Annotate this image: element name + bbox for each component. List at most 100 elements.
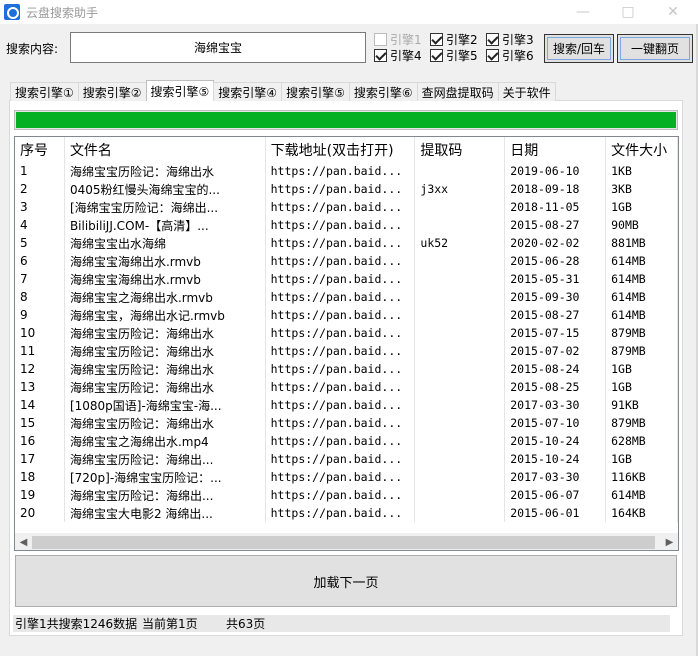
- table-row[interactable]: 7 海绵宝宝海绵出水.rmvb https://pan.baid... 2015-05…: [15, 270, 678, 288]
- engine-6-checkbox[interactable]: 引擎6: [486, 48, 534, 63]
- cell-download-url[interactable]: https://pan.baid...: [266, 468, 416, 486]
- cell-extract-code: [415, 342, 506, 360]
- cell-filename: [720p]-海绵宝宝历险记：...: [65, 468, 266, 486]
- engine-1-checkbox[interactable]: 引擎1: [374, 32, 422, 47]
- header-col-filename[interactable]: 文件名: [65, 137, 266, 162]
- cell-download-url[interactable]: https://pan.baid...: [266, 180, 416, 198]
- cell-download-url[interactable]: https://pan.baid...: [266, 414, 416, 432]
- table-row[interactable]: 17 海绵宝宝历险记：海绵出... https://pan.baid... 2015-…: [15, 450, 678, 468]
- cell-filename: 0405粉红慢头海绵宝宝的...: [65, 180, 266, 198]
- engine-2-checkbox[interactable]: 引擎2: [430, 32, 478, 47]
- cell-download-url[interactable]: https://pan.baid...: [266, 216, 416, 234]
- cell-download-url[interactable]: https://pan.baid...: [266, 360, 416, 378]
- tab-engine-3[interactable]: 搜索引擎⑤: [145, 80, 215, 101]
- cell-download-url[interactable]: https://pan.baid...: [266, 504, 416, 522]
- header-col-download-url[interactable]: 下载地址(双击打开): [266, 137, 416, 162]
- cell-download-url[interactable]: https://pan.baid...: [266, 342, 416, 360]
- table-row[interactable]: 4 BilibiliJJ.COM-【高清】... https://pan.baid.…: [15, 216, 678, 234]
- cell-download-url[interactable]: https://pan.baid...: [266, 198, 416, 216]
- table-row[interactable]: 6 海绵宝宝海绵出水.rmvb https://pan.baid... 2015-06…: [15, 252, 678, 270]
- cell-download-url[interactable]: https://pan.baid...: [266, 378, 416, 396]
- table-row[interactable]: 14 [1080p国语]-海绵宝宝-海... https://pan.baid...…: [15, 396, 678, 414]
- cell-download-url[interactable]: https://pan.baid...: [266, 486, 416, 504]
- flip-all-button[interactable]: 一键翻页: [617, 34, 693, 63]
- table-row[interactable]: 9 海绵宝宝，海绵出水记.rmvb https://pan.baid... 2015-…: [15, 306, 678, 324]
- search-input[interactable]: 海绵宝宝: [70, 32, 366, 63]
- engine-3-checkbox[interactable]: 引擎3: [486, 32, 534, 47]
- cell-extract-code: j3xx: [415, 180, 506, 198]
- engine-1-label: 引擎1: [390, 33, 422, 47]
- header-col-filesize[interactable]: 文件大小: [606, 137, 678, 162]
- cell-filesize: 881MB: [606, 234, 678, 252]
- cell-index: 8: [15, 288, 65, 306]
- tab-engine-2[interactable]: 搜索引擎②: [77, 82, 147, 101]
- cell-filesize: 879MB: [606, 324, 678, 342]
- cell-download-url[interactable]: https://pan.baid...: [266, 288, 416, 306]
- cell-download-url[interactable]: https://pan.baid...: [266, 234, 416, 252]
- tab-extract-code[interactable]: 查网盘提取码: [416, 82, 499, 101]
- table-row[interactable]: 16 海绵宝宝之海绵出水.mp4 https://pan.baid... 2015-1…: [15, 432, 678, 450]
- table-row[interactable]: 15 海绵宝宝历险记：海绵出水 https://pan.baid... 2015-07…: [15, 414, 678, 432]
- cell-download-url[interactable]: https://pan.baid...: [266, 432, 416, 450]
- table-row[interactable]: 13 海绵宝宝历险记：海绵出水 https://pan.baid... 2015-08…: [15, 378, 678, 396]
- cell-filesize: 628MB: [606, 432, 678, 450]
- focus-ring: [620, 37, 690, 60]
- cell-filename: 海绵宝宝历险记：海绵出水: [65, 378, 266, 396]
- search-button[interactable]: 搜索/回车: [544, 34, 614, 63]
- cell-extract-code: [415, 216, 506, 234]
- table-row[interactable]: 1 海绵宝宝历险记：海绵出水 https://pan.baid... 2019-06-…: [15, 162, 678, 180]
- header-col-index[interactable]: 序号: [15, 137, 65, 162]
- load-next-page-button[interactable]: 加载下一页: [15, 555, 677, 607]
- table-row[interactable]: 20 海绵宝宝大电影2 海绵出... https://pan.baid... 2015…: [15, 504, 678, 522]
- engine-5-checkbox[interactable]: 引擎5: [430, 48, 478, 63]
- engine-4-label: 引擎4: [390, 49, 422, 63]
- tab-about[interactable]: 关于软件: [497, 82, 556, 101]
- table-row[interactable]: 12 海绵宝宝历险记：海绵出水 https://pan.baid... 2015-08…: [15, 360, 678, 378]
- cell-extract-code: [415, 162, 506, 180]
- cell-extract-code: [415, 378, 506, 396]
- cell-download-url[interactable]: https://pan.baid...: [266, 270, 416, 288]
- table-row[interactable]: 10 海绵宝宝历险记：海绵出水 https://pan.baid... 2015-07…: [15, 324, 678, 342]
- close-button[interactable]: ✕: [650, 0, 696, 24]
- cell-extract-code: [415, 252, 506, 270]
- status-total-pages: 共63页: [226, 617, 266, 631]
- header-col-date[interactable]: 日期: [505, 137, 607, 162]
- cell-download-url[interactable]: https://pan.baid...: [266, 450, 416, 468]
- checkbox-box: [430, 33, 443, 46]
- tab-engine-1[interactable]: 搜索引擎①: [10, 82, 79, 101]
- cell-download-url[interactable]: https://pan.baid...: [266, 306, 416, 324]
- horizontal-scrollbar[interactable]: ◀ ▶: [15, 533, 678, 550]
- tab-engine-5[interactable]: 搜索引擎⑤: [281, 82, 350, 101]
- cell-filesize: 116KB: [606, 468, 678, 486]
- cell-extract-code: [415, 468, 506, 486]
- table-row[interactable]: 2 0405粉红慢头海绵宝宝的... https://pan.baid... j3xx…: [15, 180, 678, 198]
- cell-date: 2015-06-01: [505, 504, 607, 522]
- tab-engine-6[interactable]: 搜索引擎⑥: [348, 82, 418, 101]
- scroll-right-icon[interactable]: ▶: [661, 534, 678, 550]
- engine-4-checkbox[interactable]: 引擎4: [374, 48, 422, 63]
- cell-download-url[interactable]: https://pan.baid...: [266, 324, 416, 342]
- cell-extract-code: uk52: [415, 234, 506, 252]
- cell-extract-code: [415, 486, 506, 504]
- results-table[interactable]: 序号 文件名 下载地址(双击打开) 提取码 日期 文件大小 1 海绵宝宝历险记：海绵出水 ht…: [14, 136, 679, 551]
- cell-filesize: 3KB: [606, 180, 678, 198]
- cell-download-url[interactable]: https://pan.baid...: [266, 252, 416, 270]
- cell-filename: 海绵宝宝历险记：海绵出水: [65, 360, 266, 378]
- table-row[interactable]: 3 [海绵宝宝历险记：海绵出... https://pan.baid... 2018-…: [15, 198, 678, 216]
- cell-extract-code: [415, 504, 506, 522]
- header-col-extract-code[interactable]: 提取码: [415, 137, 506, 162]
- minimize-button[interactable]: —: [560, 0, 606, 24]
- cell-download-url[interactable]: https://pan.baid...: [266, 162, 416, 180]
- cell-filesize: 614MB: [606, 270, 678, 288]
- tab-engine-4[interactable]: 搜索引擎④: [213, 82, 283, 101]
- table-row[interactable]: 19 海绵宝宝历险记：海绵出... https://pan.baid... 2015-…: [15, 486, 678, 504]
- table-row[interactable]: 5 海绵宝宝出水海绵 https://pan.baid... uk52 2020-02-…: [15, 234, 678, 252]
- cell-download-url[interactable]: https://pan.baid...: [266, 396, 416, 414]
- scroll-left-icon[interactable]: ◀: [15, 534, 32, 550]
- cell-filename: 海绵宝宝海绵出水.rmvb: [65, 252, 266, 270]
- scrollbar-thumb[interactable]: [32, 536, 655, 549]
- table-row[interactable]: 11 海绵宝宝历险记：海绵出水 https://pan.baid... 2015-07…: [15, 342, 678, 360]
- maximize-button[interactable]: □: [605, 0, 651, 24]
- table-row[interactable]: 8 海绵宝宝之海绵出水.rmvb https://pan.baid... 2015-0…: [15, 288, 678, 306]
- table-row[interactable]: 18 [720p]-海绵宝宝历险记：... https://pan.baid... 2…: [15, 468, 678, 486]
